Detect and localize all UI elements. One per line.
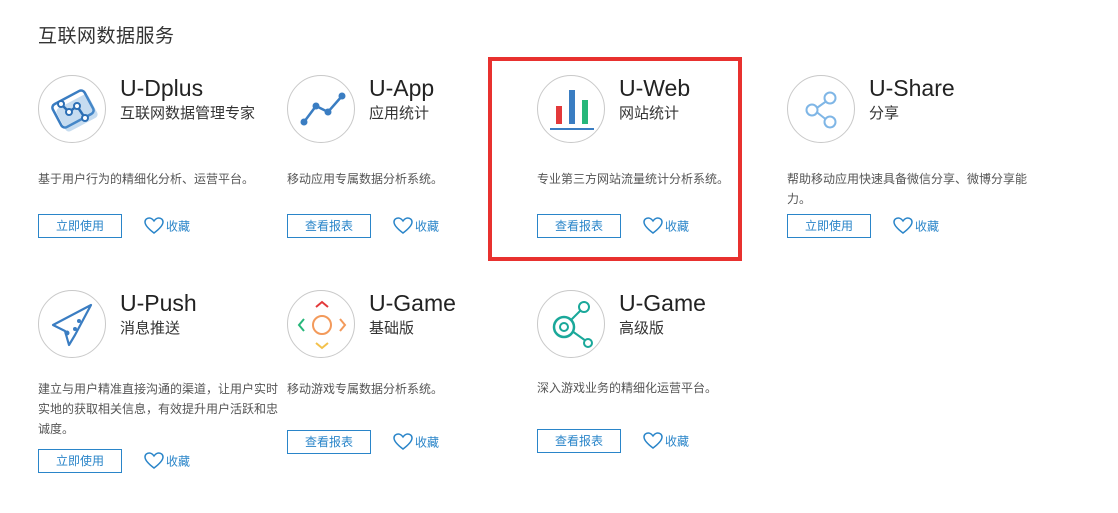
- favorite-button[interactable]: 收藏: [144, 449, 190, 473]
- product-card-u-game-advanced: U-Game 高级版 深入游戏业务的精细化运营平台。 查看报表 收藏: [537, 290, 787, 490]
- card-subtitle: 互联网数据管理专家: [120, 104, 256, 122]
- product-card-u-game-basic: U-Game 基础版 移动游戏专属数据分析系统。 查看报表 收藏: [287, 290, 537, 490]
- use-now-button[interactable]: 立即使用: [787, 214, 871, 238]
- heart-icon: [393, 432, 413, 450]
- heart-icon: [893, 216, 913, 234]
- product-card-u-dplus: U-Dplus 互联网数据管理专家 基于用户行为的精细化分析、运营平台。 立即使…: [38, 75, 288, 275]
- card-description: 深入游戏业务的精细化运营平台。: [537, 381, 718, 395]
- share-icon[interactable]: [787, 75, 855, 143]
- heart-icon: [393, 216, 413, 234]
- favorite-button[interactable]: 收藏: [393, 430, 439, 454]
- card-description: 移动游戏专属数据分析系统。: [287, 382, 444, 396]
- favorite-label: 收藏: [415, 219, 440, 234]
- favorite-label: 收藏: [166, 454, 191, 469]
- product-card-u-push: U-Push 消息推送 建立与用户精准直接沟通的渠道，让用户实时实地的获取相关信…: [38, 290, 288, 490]
- favorite-button[interactable]: 收藏: [893, 214, 939, 238]
- paper-plane-icon[interactable]: [38, 290, 106, 358]
- product-card-u-share: U-Share 分享 帮助移动应用快速具备微信分享、微博分享能力。 立即使用 收…: [787, 75, 1037, 275]
- card-name[interactable]: U-Game: [619, 290, 706, 316]
- use-now-button[interactable]: 立即使用: [38, 214, 122, 238]
- card-description: 基于用户行为的精细化分析、运营平台。: [38, 172, 255, 186]
- card-description: 建立与用户精准直接沟通的渠道，让用户实时实地的获取相关信息，有效提升用户活跃和忠…: [38, 382, 279, 436]
- card-subtitle: 消息推送: [120, 319, 181, 337]
- heart-icon: [144, 451, 164, 469]
- card-subtitle: 高级版: [619, 319, 665, 337]
- view-report-button[interactable]: 查看报表: [287, 430, 371, 454]
- heart-icon: [144, 216, 164, 234]
- game-advanced-icon[interactable]: [537, 290, 605, 358]
- card-name[interactable]: U-Push: [120, 290, 197, 316]
- heart-icon: [643, 431, 663, 449]
- highlight-box: [488, 57, 742, 261]
- favorite-button[interactable]: 收藏: [643, 429, 689, 453]
- card-description: 帮助移动应用快速具备微信分享、微博分享能力。: [787, 172, 1028, 206]
- card-subtitle: 应用统计: [369, 104, 430, 122]
- favorite-label: 收藏: [665, 434, 690, 449]
- favorite-label: 收藏: [166, 219, 191, 234]
- use-now-button[interactable]: 立即使用: [38, 449, 122, 473]
- card-name[interactable]: U-Share: [869, 75, 955, 101]
- section-title: 互联网数据服务: [38, 25, 175, 47]
- favorite-label: 收藏: [415, 435, 440, 450]
- card-subtitle: 分享: [869, 104, 900, 122]
- view-report-button[interactable]: 查看报表: [537, 429, 621, 453]
- card-subtitle: 基础版: [369, 319, 415, 337]
- favorite-label: 收藏: [915, 219, 940, 234]
- view-report-button[interactable]: 查看报表: [287, 214, 371, 238]
- favorite-button[interactable]: 收藏: [144, 214, 190, 238]
- dplus-logo-icon[interactable]: [38, 75, 106, 143]
- favorite-button[interactable]: 收藏: [393, 214, 439, 238]
- card-name[interactable]: U-Game: [369, 290, 456, 316]
- gamepad-icon[interactable]: [287, 290, 355, 358]
- line-chart-icon[interactable]: [287, 75, 355, 143]
- card-name[interactable]: U-App: [369, 75, 434, 101]
- card-name[interactable]: U-Dplus: [120, 75, 203, 101]
